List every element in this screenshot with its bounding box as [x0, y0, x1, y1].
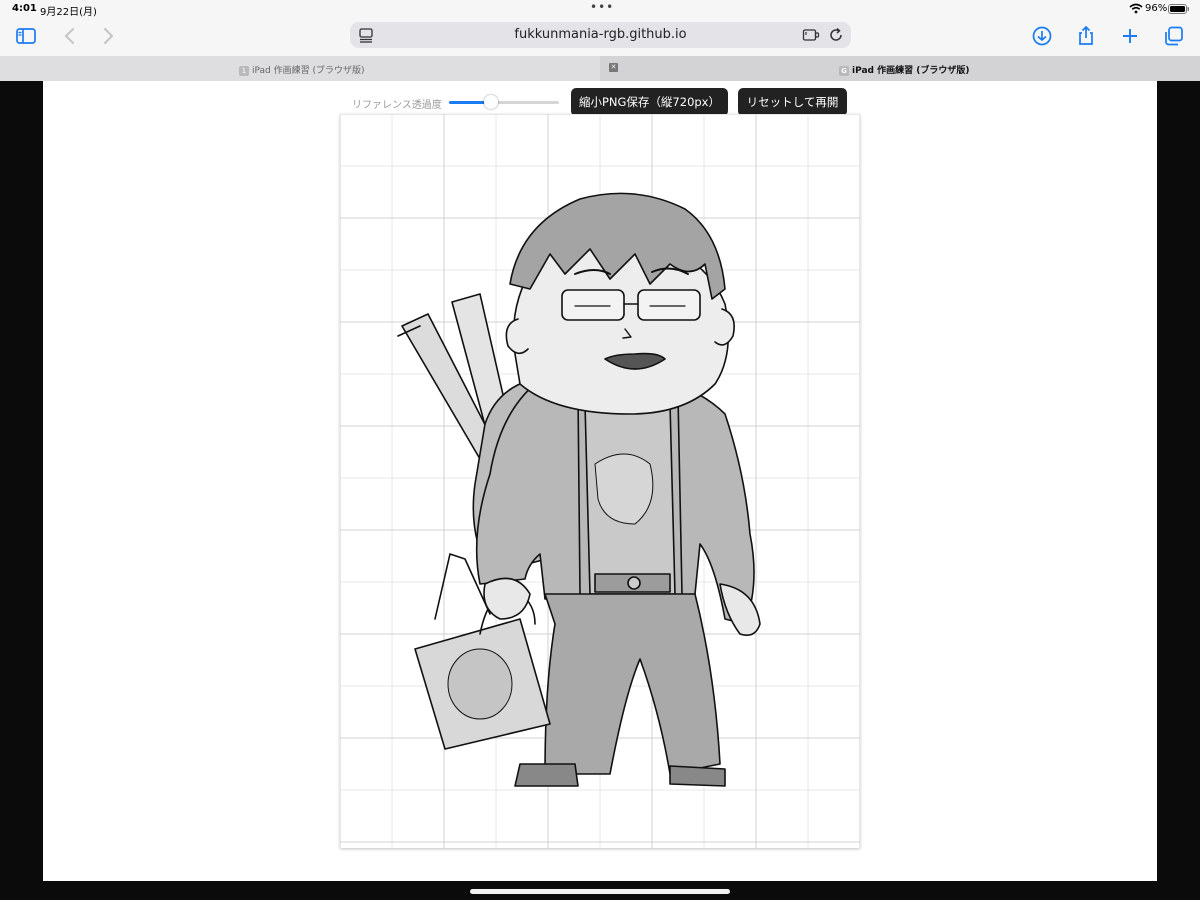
- reload-icon[interactable]: [828, 27, 844, 43]
- battery-percentage: 96%: [1145, 3, 1168, 14]
- back-icon[interactable]: [58, 24, 82, 48]
- wifi-icon: [1129, 3, 1143, 14]
- opacity-slider-thumb[interactable]: [483, 95, 498, 109]
- browser-chrome: 4:01 9月22日(月) ••• 96% fukkunmania-rgb.gi…: [0, 0, 1200, 81]
- address-bar[interactable]: fukkunmania-rgb.github.io: [350, 22, 851, 48]
- safari-toolbar: fukkunmania-rgb.github.io: [0, 18, 1200, 54]
- reset-button[interactable]: リセットして再開: [738, 88, 847, 116]
- extension-icon[interactable]: [802, 27, 820, 43]
- url-text[interactable]: fukkunmania-rgb.github.io: [350, 27, 851, 42]
- reference-opacity-label: リファレンス透過度: [352, 100, 442, 111]
- tab-1-favicon: 1: [239, 65, 249, 76]
- tab-2-active[interactable]: ✕ GiPad 作画練習 (ブラウザ版): [600, 56, 1200, 81]
- tab-overview-icon[interactable]: [1162, 24, 1186, 48]
- forward-icon[interactable]: [96, 24, 120, 48]
- tab-1[interactable]: 1 iPad 作画練習 (ブラウザ版): [0, 56, 600, 81]
- status-date: 9月22日(月): [40, 7, 97, 18]
- multitasking-dots-icon[interactable]: •••: [590, 0, 614, 14]
- save-png-button[interactable]: 縮小PNG保存（縦720px）: [571, 88, 728, 116]
- tab-2-title: iPad 作画練習 (ブラウザ版): [852, 66, 970, 76]
- canvas-drawing[interactable]: [340, 114, 860, 848]
- home-indicator: [470, 889, 730, 894]
- download-icon[interactable]: [1030, 24, 1054, 48]
- tab-bar: 1 iPad 作画練習 (ブラウザ版) ✕ GiPad 作画練習 (ブラウザ版): [0, 56, 1200, 81]
- drawing-canvas[interactable]: [340, 114, 860, 848]
- share-icon[interactable]: [1074, 24, 1098, 48]
- tab-1-title: iPad 作画練習 (ブラウザ版): [252, 66, 365, 76]
- status-time: 4:01: [12, 3, 37, 14]
- battery-icon: [1168, 4, 1189, 14]
- sidebar-icon[interactable]: [14, 24, 38, 48]
- tab-2-favicon: G: [839, 65, 849, 76]
- close-tab-icon[interactable]: ✕: [609, 63, 618, 72]
- status-bar: 4:01 9月22日(月) ••• 96%: [0, 0, 1200, 18]
- web-page: リファレンス透過度 縮小PNG保存（縦720px） リセットして再開: [43, 81, 1157, 881]
- new-tab-icon[interactable]: [1118, 24, 1142, 48]
- sketch-drawing: [397, 192, 761, 787]
